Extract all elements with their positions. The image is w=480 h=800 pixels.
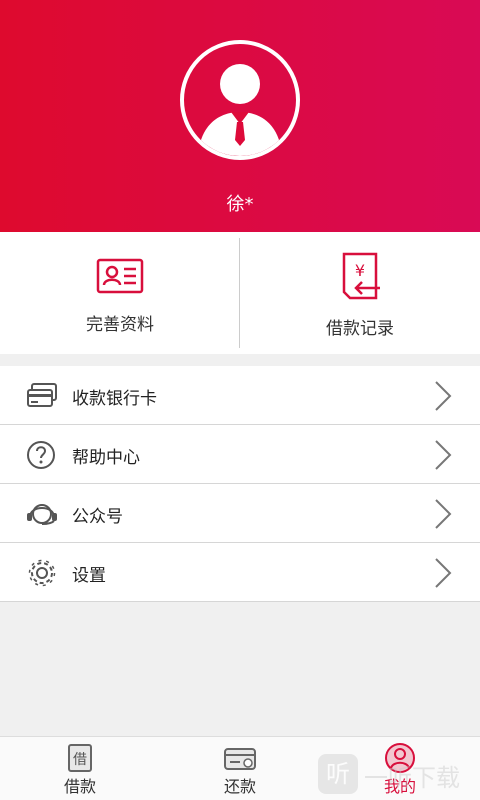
menu-item-official-account[interactable]: 公众号 <box>0 484 480 543</box>
profile-header: 徐* <box>0 0 480 232</box>
menu-label-official-account: 公众号 <box>72 507 123 527</box>
menu-label-help-center: 帮助中心 <box>72 448 140 468</box>
loan-records-label: 借款记录 <box>326 319 394 339</box>
avatar[interactable] <box>180 40 300 160</box>
settings-menu: 收款银行卡 帮助中心 公众号 设置 <box>0 366 480 602</box>
loan-records-button[interactable]: ¥ 借款记录 <box>240 232 480 354</box>
chevron-right-icon <box>435 499 452 529</box>
help-icon <box>27 441 55 469</box>
menu-label-settings: 设置 <box>72 566 106 586</box>
username: 徐* <box>226 194 254 215</box>
svg-text:借: 借 <box>73 752 87 768</box>
tab-label-repay: 还款 <box>223 777 256 796</box>
chevron-right-icon <box>435 440 452 470</box>
bank-card-icon <box>27 383 57 407</box>
complete-profile-button[interactable]: 完善资料 <box>0 232 240 354</box>
user-silhouette-icon <box>198 64 282 156</box>
borrow-icon: 借 <box>68 744 92 772</box>
chevron-right-icon <box>435 558 452 588</box>
tab-borrow[interactable]: 借 借款 <box>0 737 160 800</box>
tab-label-borrow: 借款 <box>63 777 96 796</box>
svg-text:¥: ¥ <box>355 261 365 280</box>
watermark: 听 一听下载 <box>318 754 480 794</box>
quick-actions: 完善资料 ¥ 借款记录 <box>0 232 480 354</box>
watermark-logo: 听 <box>318 754 358 794</box>
complete-profile-label: 完善资料 <box>86 315 154 335</box>
settings-gear-icon <box>28 559 56 587</box>
chevron-right-icon <box>435 381 452 411</box>
menu-item-help-center[interactable]: 帮助中心 <box>0 425 480 484</box>
menu-item-bank-card[interactable]: 收款银行卡 <box>0 366 480 425</box>
menu-label-bank-card: 收款银行卡 <box>72 389 157 409</box>
watermark-text: 一听下载 <box>364 764 460 792</box>
profile-card-icon <box>96 258 144 294</box>
repay-card-icon <box>224 748 256 770</box>
menu-item-settings[interactable]: 设置 <box>0 543 480 602</box>
headset-icon <box>27 504 57 525</box>
loan-record-icon: ¥ <box>342 252 380 300</box>
tab-repay[interactable]: 还款 <box>160 737 320 800</box>
